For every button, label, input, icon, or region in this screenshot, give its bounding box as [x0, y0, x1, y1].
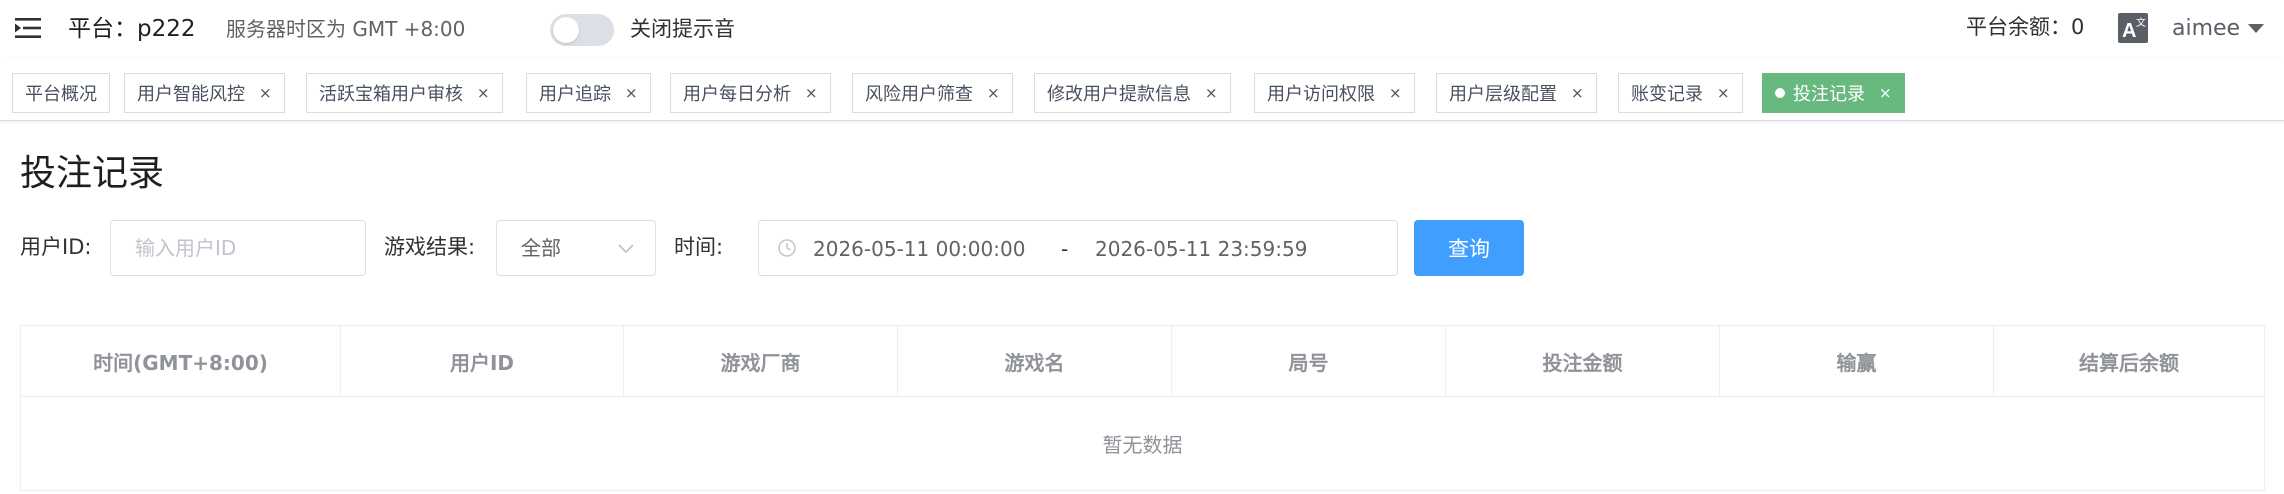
tag-label: 活跃宝箱用户审核: [319, 84, 463, 105]
close-icon[interactable]: ×: [477, 84, 490, 102]
active-dot: [1775, 88, 1785, 98]
tag-label: 投注记录: [1793, 84, 1865, 105]
svg-text:文: 文: [2136, 16, 2146, 29]
game-result-label: 游戏结果:: [384, 235, 476, 259]
close-icon[interactable]: ×: [1717, 84, 1730, 102]
tag-user-access-permission[interactable]: 用户访问权限 ×: [1254, 73, 1415, 113]
tag-label: 用户访问权限: [1267, 84, 1375, 105]
time-range-picker[interactable]: 2026-05-11 00:00:00 - 2026-05-11 23:59:5…: [758, 220, 1398, 276]
balance-label: 平台余额：: [1966, 15, 2071, 39]
tag-user-daily-analysis[interactable]: 用户每日分析 ×: [670, 73, 831, 113]
platform-label: 平台：: [68, 16, 137, 42]
time-end-value[interactable]: 2026-05-11 23:59:59: [1095, 234, 1307, 264]
platform-balance: 平台余额：0: [1966, 12, 2084, 42]
bet-record-table: 时间(GMT+8:00) 用户ID 游戏厂商 游戏名 局号 投注金额 输赢 结算…: [20, 325, 2265, 491]
column-header-time: 时间(GMT+8:00): [21, 326, 341, 396]
tag-label: 用户追踪: [539, 84, 611, 105]
column-header-user-id: 用户ID: [341, 326, 624, 396]
column-header-game-name: 游戏名: [898, 326, 1172, 396]
user-id-label: 用户ID:: [20, 235, 92, 259]
page-title: 投注记录: [20, 153, 165, 194]
column-header-balance-after: 结算后余额: [2079, 350, 2179, 375]
time-start-value[interactable]: 2026-05-11 00:00:00: [813, 234, 1025, 264]
close-icon[interactable]: ×: [1571, 84, 1584, 102]
close-icon[interactable]: ×: [805, 84, 818, 102]
tag-label: 账变记录: [1631, 84, 1703, 105]
tag-edit-withdraw-info[interactable]: 修改用户提款信息 ×: [1034, 73, 1231, 113]
platform-info: 平台：p222: [68, 12, 196, 46]
close-icon[interactable]: ×: [1879, 84, 1892, 102]
select-value: 全部: [521, 236, 561, 260]
server-timezone: 服务器时区为 GMT +8:00: [226, 17, 466, 41]
tags-view-bar: 平台概况 用户智能风控 × 活跃宝箱用户审核 × 用户追踪 × 用户每日分析 ×…: [0, 58, 2284, 121]
column-header-game-vendor: 游戏厂商: [624, 326, 898, 396]
sound-toggle-switch[interactable]: [550, 14, 614, 46]
table-header: 时间(GMT+8:00) 用户ID 游戏厂商 游戏名 局号 投注金额 输赢 结算…: [21, 326, 2264, 397]
tag-risk-user-screening[interactable]: 风险用户筛查 ×: [852, 73, 1013, 113]
switch-knob: [553, 17, 579, 43]
tag-label: 用户智能风控: [137, 84, 245, 105]
range-separator: -: [1061, 237, 1069, 261]
tag-label: 用户每日分析: [683, 84, 791, 105]
close-icon[interactable]: ×: [625, 84, 638, 102]
top-header: 平台：p222 服务器时区为 GMT +8:00 关闭提示音 平台余额：0 A …: [0, 0, 2284, 58]
translate-icon[interactable]: A 文: [2118, 13, 2148, 43]
close-icon[interactable]: ×: [1389, 84, 1402, 102]
table-empty-text: 暂无数据: [1102, 433, 1183, 457]
tag-user-level-config[interactable]: 用户层级配置 ×: [1436, 73, 1597, 113]
tag-platform-overview[interactable]: 平台概况: [12, 73, 110, 113]
column-header-win-loss: 输赢: [1720, 326, 1994, 396]
tag-label: 修改用户提款信息: [1047, 84, 1191, 105]
balance-value: 0: [2071, 15, 2085, 39]
close-icon[interactable]: ×: [1205, 84, 1218, 102]
sound-toggle-label: 关闭提示音: [630, 17, 735, 41]
user-id-input[interactable]: [110, 220, 366, 276]
clock-icon: [777, 238, 797, 258]
tag-bet-record[interactable]: 投注记录 ×: [1762, 73, 1905, 113]
caret-down-icon: [2248, 23, 2265, 33]
tag-user-risk-control[interactable]: 用户智能风控 ×: [124, 73, 285, 113]
svg-text:A: A: [2122, 20, 2136, 42]
platform-name: p222: [137, 16, 196, 42]
hamburger-menu-icon[interactable]: [15, 15, 43, 41]
tag-user-tracking[interactable]: 用户追踪 ×: [526, 73, 651, 113]
close-icon[interactable]: ×: [259, 84, 272, 102]
tag-active-chest-review[interactable]: 活跃宝箱用户审核 ×: [306, 73, 503, 113]
user-dropdown[interactable]: aimee: [2172, 12, 2265, 44]
column-header-bet-amount: 投注金额: [1446, 326, 1720, 396]
tag-label: 平台概况: [25, 84, 97, 105]
tag-account-change-record[interactable]: 账变记录 ×: [1618, 73, 1743, 113]
game-result-select[interactable]: 全部: [496, 220, 656, 276]
chevron-down-icon: [617, 239, 635, 257]
tag-label: 用户层级配置: [1449, 84, 1557, 105]
close-icon[interactable]: ×: [987, 84, 1000, 102]
query-button[interactable]: 查询: [1414, 220, 1524, 276]
column-header-round-no: 局号: [1172, 326, 1446, 396]
time-label: 时间:: [674, 235, 724, 259]
username: aimee: [2172, 15, 2241, 41]
tag-label: 风险用户筛查: [865, 84, 973, 105]
